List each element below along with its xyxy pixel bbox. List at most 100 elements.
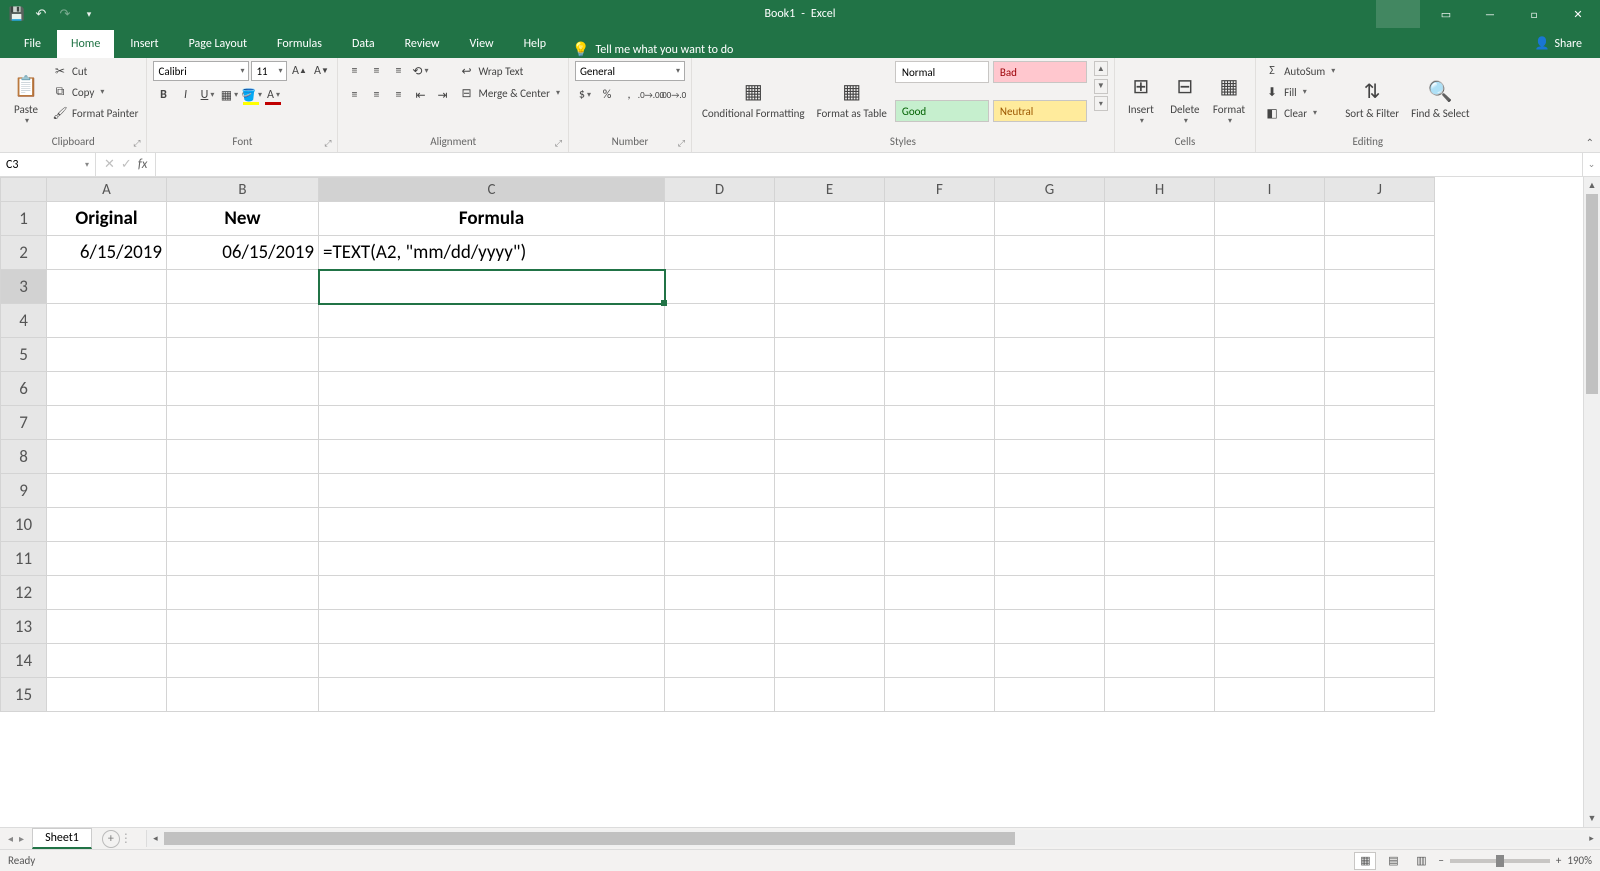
undo-icon[interactable]: ↶ — [32, 5, 50, 23]
cell-G5[interactable] — [995, 338, 1105, 372]
cell-C4[interactable] — [319, 304, 665, 338]
row-header[interactable]: 12 — [1, 576, 47, 610]
cell-F12[interactable] — [885, 576, 995, 610]
cell-J5[interactable] — [1325, 338, 1435, 372]
cell-E7[interactable] — [775, 406, 885, 440]
zoom-in-button[interactable]: + — [1556, 854, 1561, 867]
redo-icon[interactable]: ↷ — [56, 5, 74, 23]
normal-view-button[interactable]: ▦ — [1354, 852, 1376, 870]
cell-J13[interactable] — [1325, 610, 1435, 644]
cell-H1[interactable] — [1105, 202, 1215, 236]
cell-D4[interactable] — [665, 304, 775, 338]
cell-I13[interactable] — [1215, 610, 1325, 644]
cell-F5[interactable] — [885, 338, 995, 372]
number-format-select[interactable]: General▾ — [575, 61, 685, 81]
cell-I11[interactable] — [1215, 542, 1325, 576]
comma-button[interactable]: , — [619, 85, 639, 105]
cell-J9[interactable] — [1325, 474, 1435, 508]
cell-H6[interactable] — [1105, 372, 1215, 406]
cell-E15[interactable] — [775, 678, 885, 712]
cell-F3[interactable] — [885, 270, 995, 304]
cell-J4[interactable] — [1325, 304, 1435, 338]
border-button[interactable]: ▦▾ — [219, 85, 239, 105]
cell-B13[interactable] — [167, 610, 319, 644]
cell-J6[interactable] — [1325, 372, 1435, 406]
cell-A12[interactable] — [47, 576, 167, 610]
style-bad[interactable]: Bad — [993, 61, 1087, 83]
merge-center-button[interactable]: ⊟Merge & Center▾ — [456, 83, 562, 103]
cell-E10[interactable] — [775, 508, 885, 542]
cell-H15[interactable] — [1105, 678, 1215, 712]
cell-F8[interactable] — [885, 440, 995, 474]
style-neutral[interactable]: Neutral — [993, 100, 1087, 122]
cell-C9[interactable] — [319, 474, 665, 508]
decrease-decimal-button[interactable]: .00→.0 — [663, 85, 683, 105]
scroll-left-icon[interactable]: ◂ — [147, 833, 164, 844]
cell-H13[interactable] — [1105, 610, 1215, 644]
align-bottom-button[interactable]: ≡ — [388, 61, 408, 81]
cell-E11[interactable] — [775, 542, 885, 576]
row-header[interactable]: 7 — [1, 406, 47, 440]
cell-I14[interactable] — [1215, 644, 1325, 678]
scroll-up-icon[interactable]: ▲ — [1584, 177, 1600, 194]
cell-A9[interactable] — [47, 474, 167, 508]
cell-I12[interactable] — [1215, 576, 1325, 610]
find-select-button[interactable]: 🔍Find & Select — [1407, 61, 1473, 135]
cell-D5[interactable] — [665, 338, 775, 372]
cell-D13[interactable] — [665, 610, 775, 644]
cell-F7[interactable] — [885, 406, 995, 440]
cell-G13[interactable] — [995, 610, 1105, 644]
tab-file[interactable]: File — [10, 30, 55, 58]
cell-G7[interactable] — [995, 406, 1105, 440]
save-icon[interactable]: 💾 — [8, 5, 26, 23]
italic-button[interactable]: I — [175, 85, 195, 105]
style-good[interactable]: Good — [895, 100, 989, 122]
fill-color-button[interactable]: 🪣▾ — [241, 85, 261, 105]
cell-B9[interactable] — [167, 474, 319, 508]
column-header[interactable]: H — [1105, 178, 1215, 202]
qat-customize-icon[interactable]: ▾ — [80, 5, 98, 23]
cell-J8[interactable] — [1325, 440, 1435, 474]
row-header[interactable]: 11 — [1, 542, 47, 576]
cell-G6[interactable] — [995, 372, 1105, 406]
cell-A8[interactable] — [47, 440, 167, 474]
cell-H11[interactable] — [1105, 542, 1215, 576]
cell-J14[interactable] — [1325, 644, 1435, 678]
bold-button[interactable]: B — [153, 85, 173, 105]
cell-G8[interactable] — [995, 440, 1105, 474]
split-handle[interactable]: ⋮ — [120, 831, 126, 846]
cell-A4[interactable] — [47, 304, 167, 338]
cell-E1[interactable] — [775, 202, 885, 236]
cell-H10[interactable] — [1105, 508, 1215, 542]
zoom-level[interactable]: 190% — [1567, 854, 1592, 867]
cell-G3[interactable] — [995, 270, 1105, 304]
cell-F10[interactable] — [885, 508, 995, 542]
cell-E9[interactable] — [775, 474, 885, 508]
tab-insert[interactable]: Insert — [116, 30, 172, 58]
cell-I3[interactable] — [1215, 270, 1325, 304]
cell-A13[interactable] — [47, 610, 167, 644]
cell-B14[interactable] — [167, 644, 319, 678]
align-middle-button[interactable]: ≡ — [366, 61, 386, 81]
sheet-nav[interactable]: ◂▸ — [0, 832, 32, 845]
cell-F2[interactable] — [885, 236, 995, 270]
share-button[interactable]: 👤 Share — [1516, 29, 1600, 58]
maximize-icon[interactable]: □ — [1512, 0, 1556, 28]
cell-E2[interactable] — [775, 236, 885, 270]
decrease-indent-button[interactable]: ⇤ — [410, 85, 430, 105]
cell-A7[interactable] — [47, 406, 167, 440]
cell-C5[interactable] — [319, 338, 665, 372]
column-header[interactable]: I — [1215, 178, 1325, 202]
fill-button[interactable]: ⬇Fill▾ — [1262, 82, 1337, 102]
sheet-tab[interactable]: Sheet1 — [32, 828, 92, 849]
cell-A11[interactable] — [47, 542, 167, 576]
new-sheet-button[interactable]: + — [102, 830, 120, 848]
page-break-view-button[interactable]: ▥ — [1410, 852, 1432, 870]
increase-font-button[interactable]: A▲ — [289, 61, 309, 81]
format-painter-button[interactable]: 🖌Format Painter — [50, 103, 140, 123]
prev-sheet-icon[interactable]: ◂ — [8, 832, 13, 845]
align-top-button[interactable]: ≡ — [344, 61, 364, 81]
cell-D1[interactable] — [665, 202, 775, 236]
decrease-font-button[interactable]: A▼ — [311, 61, 331, 81]
conditional-formatting-button[interactable]: ▦Conditional Formatting — [698, 61, 809, 135]
